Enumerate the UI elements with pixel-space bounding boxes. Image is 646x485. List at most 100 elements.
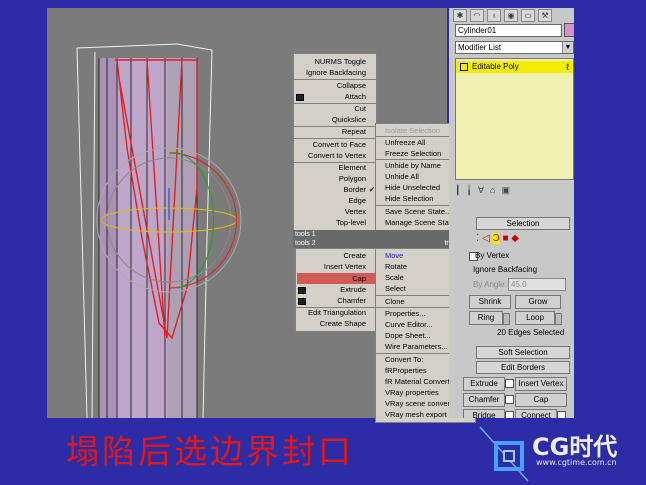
menu-item-properties[interactable]: Properties... — [385, 308, 425, 319]
connect-button[interactable]: Connect — [515, 409, 557, 418]
by-angle-spinner[interactable]: 45.0 — [508, 278, 566, 291]
loop-button[interactable]: Loop — [515, 311, 555, 325]
menu-item-vray-properties[interactable]: VRay properties — [385, 387, 439, 398]
menu-item-save-scene-state[interactable]: Save Scene State... — [385, 206, 451, 217]
vertex-mode-icon[interactable]: ⁚ — [476, 233, 479, 244]
menu-item-unhide-all[interactable]: Unhide All — [385, 171, 419, 182]
menu-item-clone[interactable]: Clone — [385, 296, 405, 307]
chamfer-settings-icon[interactable] — [505, 395, 514, 404]
edit-borders-rollout-header[interactable]: Edit Borders — [476, 361, 570, 374]
menu-item-hide-unselected[interactable]: Hide Unselected — [385, 182, 440, 193]
modifier-list-label: Modifier List — [458, 43, 502, 52]
edge-mode-icon[interactable]: ◁ — [482, 233, 490, 244]
logo-url: www.cgtime.com.cn — [536, 458, 617, 467]
modifier-list-dropdown[interactable]: Modifier List ▼ — [455, 41, 574, 54]
loop-spinner-icon[interactable] — [555, 313, 562, 325]
menu-item-chamfer[interactable]: Chamfer — [337, 295, 366, 306]
configure-modifier-sets-icon[interactable]: ▣ — [501, 185, 510, 199]
menu-item-cut[interactable]: Cut — [354, 103, 366, 114]
menu-item-collapse[interactable]: Collapse — [337, 80, 366, 91]
menu-item-convert-to-face[interactable]: Convert to Face — [313, 139, 366, 150]
lightbulb-icon[interactable]: ℓ — [566, 61, 569, 73]
hierarchy-tab-icon[interactable]: ♁ — [487, 9, 501, 22]
ring-spinner-icon[interactable] — [503, 313, 510, 325]
menu-item-quickslice[interactable]: Quickslice — [332, 114, 366, 125]
menu-item-unfreeze-all[interactable]: Unfreeze All — [385, 137, 425, 148]
bridge-button[interactable]: Bridge — [463, 409, 505, 418]
object-color-swatch[interactable] — [564, 23, 574, 37]
menu-item-unhide-by-name[interactable]: Unhide by Name — [385, 160, 441, 171]
settings-box-icon[interactable] — [298, 287, 306, 294]
menu-item-fr-properties[interactable]: fRProperties — [385, 365, 427, 376]
settings-box-icon[interactable] — [298, 298, 306, 305]
stack-item-label: Editable Poly — [472, 62, 519, 71]
make-unique-icon[interactable]: ∀ — [478, 185, 484, 199]
menu-item-move[interactable]: Move — [385, 250, 403, 261]
menu-item-cap[interactable]: Cap — [352, 273, 366, 284]
extrude-button[interactable]: Extrude — [463, 377, 505, 391]
menu-item-convert-to[interactable]: Convert To: — [385, 354, 423, 365]
menu-item-insert-vertex[interactable]: Insert Vertex — [324, 261, 366, 272]
menu-item-fr-material-converter[interactable]: fR Material Converter — [385, 376, 456, 387]
shrink-button[interactable]: Shrink — [469, 295, 511, 309]
grow-button[interactable]: Grow — [515, 295, 561, 309]
expand-icon[interactable] — [460, 62, 468, 71]
object-name-field[interactable]: Cylinder01 — [455, 24, 562, 37]
polygon-mode-icon[interactable]: ■ — [502, 233, 508, 244]
menu-item-border[interactable]: Border — [343, 184, 366, 195]
menu-item-vertex[interactable]: Vertex — [345, 206, 366, 217]
menu-item-repeat[interactable]: Repeat — [342, 126, 366, 137]
soft-selection-rollout-header[interactable]: Soft Selection — [476, 346, 570, 359]
menu-item-curve-editor[interactable]: Curve Editor... — [385, 319, 433, 330]
tools2-label: tools 2 — [295, 240, 316, 247]
display-tab-icon[interactable]: ▭ — [521, 9, 535, 22]
menu-item-extrude[interactable]: Extrude — [340, 284, 366, 295]
logo-brand: CG时代 — [532, 433, 618, 461]
remove-modifier-icon[interactable]: ⌂ — [490, 185, 495, 199]
menu-item-nurms-toggle[interactable]: NURMS Toggle — [314, 56, 366, 67]
menu-item-vray-scene-converter[interactable]: VRay scene converter — [385, 398, 459, 409]
ignore-backfacing-label: Ignore Backfacing — [473, 265, 538, 274]
motion-tab-icon[interactable]: ◉ — [504, 9, 518, 22]
selection-rollout-header[interactable]: Selection — [476, 217, 570, 230]
menu-item-vray-mesh-export[interactable]: VRay mesh export — [385, 409, 447, 420]
menu-item-create-shape[interactable]: Create Shape — [320, 318, 366, 329]
menu-item-convert-to-vertex[interactable]: Convert to Vertex — [308, 150, 366, 161]
ring-button[interactable]: Ring — [469, 311, 503, 325]
menu-item-ignore-backfacing[interactable]: Ignore Backfacing — [306, 67, 366, 78]
chamfer-button[interactable]: Chamfer — [463, 393, 505, 407]
menu-item-create[interactable]: Create — [343, 250, 366, 261]
modify-tab-icon[interactable]: ◠ — [470, 9, 484, 22]
pin-stack-icon[interactable]: ┃ — [455, 185, 460, 199]
menu-item-attach[interactable]: Attach — [345, 91, 366, 102]
menu-item-select[interactable]: Select — [385, 283, 406, 294]
connect-settings-icon[interactable] — [557, 411, 566, 418]
menu-item-polygon[interactable]: Polygon — [339, 173, 366, 184]
menu-item-isolate-selection[interactable]: Isolate Selection — [385, 125, 440, 136]
menu-item-rotate[interactable]: Rotate — [385, 261, 407, 272]
extrude-settings-icon[interactable] — [505, 379, 514, 388]
menu-item-top-level[interactable]: Top-level — [336, 217, 366, 228]
tools1-quadrant: NURMS Toggle Ignore Backfacing Collapse … — [293, 53, 377, 232]
cg-logo-icon — [479, 426, 529, 482]
menu-item-hide-selection[interactable]: Hide Selection — [385, 193, 433, 204]
element-mode-icon[interactable]: ◆ — [511, 233, 519, 244]
border-mode-icon[interactable]: Ɔ — [492, 233, 500, 244]
bridge-settings-icon[interactable] — [505, 411, 514, 418]
menu-item-edge[interactable]: Edge — [348, 195, 366, 206]
stack-item-editable-poly[interactable]: Editable Poly ℓ — [456, 61, 573, 73]
show-end-result-icon[interactable]: ╽ — [466, 185, 471, 199]
menu-item-scale[interactable]: Scale — [385, 272, 404, 283]
cap-button[interactable]: Cap — [515, 393, 567, 407]
menu-item-freeze-selection[interactable]: Freeze Selection — [385, 148, 441, 159]
insert-vertex-button[interactable]: Insert Vertex — [515, 377, 567, 391]
modifier-stack[interactable]: Editable Poly ℓ — [455, 58, 574, 180]
menu-item-dope-sheet[interactable]: Dope Sheet... — [385, 330, 431, 341]
by-angle-value: 45.0 — [511, 280, 527, 289]
settings-box-icon[interactable] — [296, 94, 304, 101]
menu-item-wire-parameters[interactable]: Wire Parameters... — [385, 341, 448, 352]
menu-item-edit-triangulation[interactable]: Edit Triangulation — [308, 307, 366, 318]
utilities-tab-icon[interactable]: ⚒ — [538, 9, 552, 22]
create-tab-icon[interactable]: ✱ — [453, 9, 467, 22]
menu-item-element[interactable]: Element — [338, 162, 366, 173]
